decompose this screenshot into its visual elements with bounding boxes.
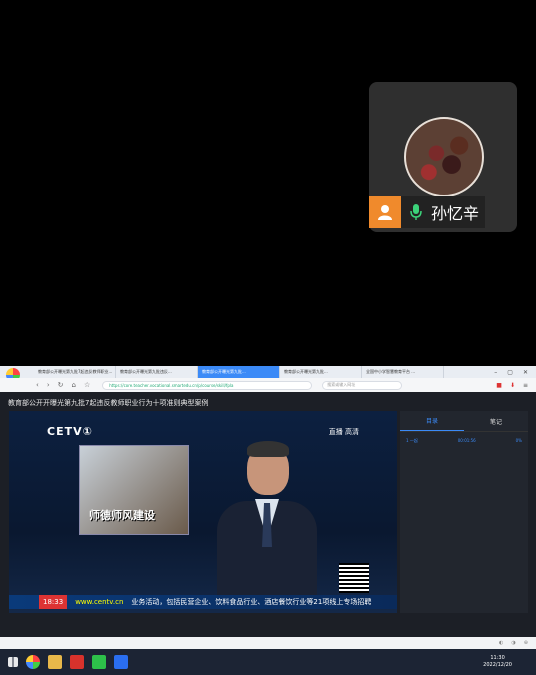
browser-navbar: ‹ › ↻ ⌂ ☆ https://core.teacher.vocationa…: [0, 378, 536, 392]
catalog-item-progress: 0%: [515, 438, 522, 443]
menu-icon[interactable]: ≡: [523, 382, 528, 389]
browser-tab[interactable]: 教育部公开曝光第九批7起违反教师职业...: [34, 366, 116, 378]
participant-name: 孙忆辛: [431, 204, 480, 223]
folder-icon[interactable]: [48, 655, 62, 669]
news-anchor: [217, 441, 317, 601]
status-icon[interactable]: ◑: [511, 640, 515, 646]
download-icon[interactable]: ⬇: [510, 382, 515, 389]
wechat-icon[interactable]: [92, 655, 106, 669]
catalog-item-time: 00:01:56: [457, 438, 476, 443]
channel-logo: CETV①: [47, 425, 93, 438]
live-badge: 直播 高清: [328, 428, 359, 436]
qr-code: [339, 563, 369, 593]
address-bar[interactable]: https://core.teacher.vocational.smartedu…: [102, 380, 313, 390]
tab-notes[interactable]: 笔记: [464, 411, 528, 431]
tab-catalog[interactable]: 目录: [400, 411, 464, 431]
browser-tab-active[interactable]: 教育部公开曝光第九批...: [198, 366, 280, 378]
home-icon[interactable]: ⌂: [72, 381, 76, 389]
windows-taskbar: 11:30 2022/12/20: [0, 649, 536, 675]
minimize-icon[interactable]: –: [494, 369, 497, 376]
page-title: 教育部公开开曝光第九批7起违反教师职业行为十项准则典型案例: [8, 399, 209, 407]
close-icon[interactable]: ✕: [523, 369, 528, 376]
news-ticker: 18:33 www.centv.cn 业务活动，包括民营企业、饮料食品行业、酒店…: [9, 595, 397, 609]
browser-statusbar: ◐ ◑ ⊕: [0, 637, 536, 649]
search-input[interactable]: 搜索或输入网址: [322, 380, 403, 390]
participant-avatar: [404, 117, 484, 197]
ticker-time: 18:33: [39, 595, 68, 609]
extension-icon[interactable]: ■: [496, 382, 502, 389]
catalog-item[interactable]: 1 一起 00:01:56 0%: [400, 432, 528, 450]
ticker-site: www.centv.cn: [75, 598, 124, 606]
browser-tabbar: 教育部公开曝光第九批7起违反教师职业... 教育部公开曝光第九批违反... 教育…: [0, 366, 536, 382]
window-controls: – ▢ ✕: [494, 369, 536, 376]
start-icon[interactable]: [8, 657, 18, 667]
browser-tab[interactable]: 教育部公开曝光第九批违反...: [116, 366, 198, 378]
forward-icon[interactable]: ›: [47, 381, 50, 389]
status-icon[interactable]: ◐: [499, 640, 503, 646]
browser-app-icon[interactable]: [26, 655, 40, 669]
clock-date: 2022/12/20: [483, 662, 512, 668]
back-icon[interactable]: ‹: [36, 381, 39, 389]
taskbar-clock[interactable]: 11:30 2022/12/20: [483, 655, 512, 669]
browser-tab[interactable]: 全国中小学智慧教育平台 ...: [362, 366, 444, 378]
microphone-icon[interactable]: [407, 201, 425, 223]
zoom-icon[interactable]: ⊕: [524, 640, 528, 646]
maximize-icon[interactable]: ▢: [507, 369, 513, 376]
catalog-item-label: 1 一起: [406, 438, 418, 443]
video-player[interactable]: CETV① 直播 高清 师德师风建设 18:33 www.centv.cn 业务…: [9, 411, 397, 613]
ticker-text: 业务活动，包括民营企业、饮料食品行业、酒店餐饮行业等21项线上专场招聘: [131, 598, 372, 606]
star-icon[interactable]: ☆: [84, 381, 90, 389]
side-panel: 目录 笔记 1 一起 00:01:56 0%: [400, 411, 528, 613]
video-caption: 师德师风建设: [89, 509, 155, 522]
meeting-app-icon[interactable]: [114, 655, 128, 669]
participant-tile[interactable]: 孙忆辛: [369, 82, 517, 232]
clock-time: 11:30: [490, 655, 505, 661]
refresh-icon[interactable]: ↻: [58, 381, 64, 389]
participant-bar: 孙忆辛: [369, 196, 497, 228]
shared-screen: 教育部公开曝光第九批7起违反教师职业... 教育部公开曝光第九批违反... 教育…: [0, 366, 536, 675]
web-page: 教育部公开开曝光第九批7起违反教师职业行为十项准则典型案例 CETV① 直播 高…: [0, 392, 536, 637]
wps-icon[interactable]: [70, 655, 84, 669]
user-icon: [369, 196, 401, 228]
browser-tab[interactable]: 教育部公开曝光第九批...: [280, 366, 362, 378]
